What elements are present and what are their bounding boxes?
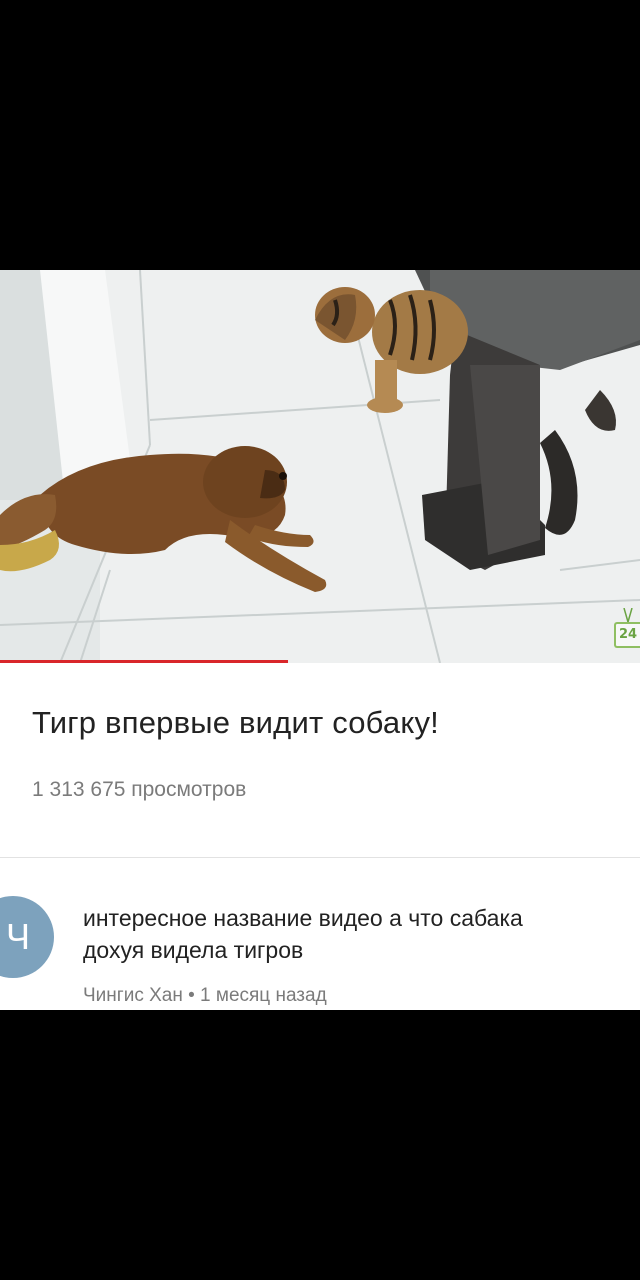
video-frame xyxy=(0,270,640,663)
comment-text: интересное название видео а что сабака д… xyxy=(83,902,628,966)
view-count: 1 313 675 просмотров xyxy=(32,778,247,801)
video-progress-bar[interactable] xyxy=(0,660,640,663)
channel-logo: 24 xyxy=(614,608,640,648)
video-player[interactable]: 24 xyxy=(0,270,640,663)
video-title: Тигр впервые видит собаку! xyxy=(32,705,439,740)
comment-meta: Чингис Хан • 1 месяц назад xyxy=(83,985,327,1006)
video-page: 24 Тигр впервые видит собаку! 1 313 675 … xyxy=(0,270,640,1010)
comment-text-line-2: дохуя видела тигров xyxy=(83,937,304,963)
commenter-avatar[interactable]: Ч xyxy=(0,896,54,978)
antenna-icon xyxy=(623,608,633,622)
video-progress-fill xyxy=(0,660,288,663)
divider xyxy=(0,857,640,858)
screen: 24 Тигр впервые видит собаку! 1 313 675 … xyxy=(0,0,640,1280)
channel-logo-text: 24 xyxy=(614,622,640,648)
comment-text-line-1: интересное название видео а что сабака xyxy=(83,905,523,931)
